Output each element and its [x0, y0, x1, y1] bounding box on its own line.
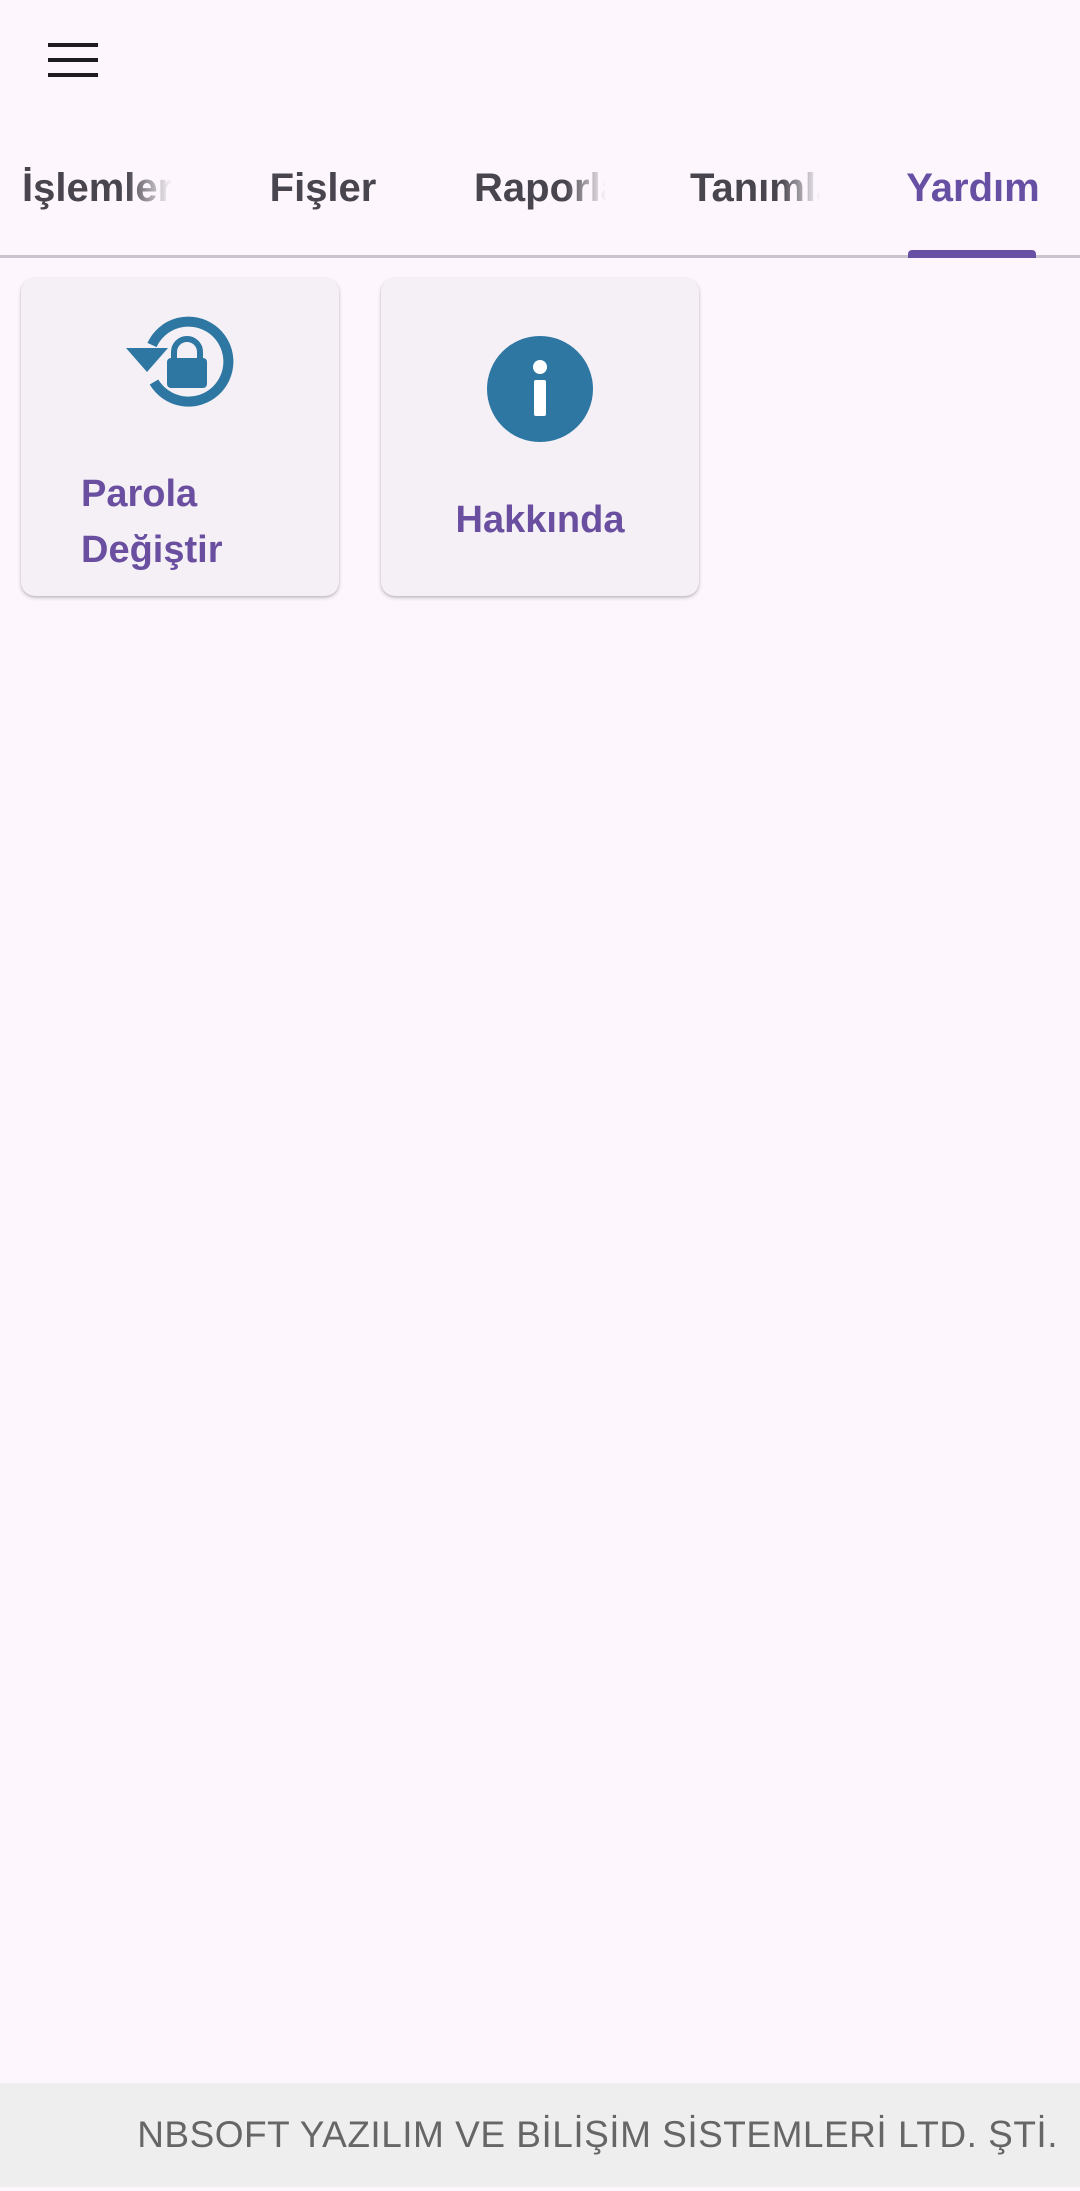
lock-reset-icon	[126, 316, 234, 407]
tab-label: Yardım	[906, 165, 1040, 210]
menu-button[interactable]	[30, 22, 116, 98]
change-password-card[interactable]: Parola Değiştir	[21, 278, 339, 596]
change-password-label-line2: Değiştir	[81, 529, 223, 571]
app-root: İşlemler Fişler Raporlar Tanımlar Yardım…	[0, 0, 1080, 2191]
tab-yardim[interactable]: Yardım	[900, 118, 1046, 258]
change-password-label-line1: Parola	[81, 473, 198, 515]
tab-label: Fişler	[269, 165, 377, 210]
tab-islemler[interactable]: İşlemler	[22, 118, 172, 258]
tab-bar: İşlemler Fişler Raporlar Tanımlar Yardım	[0, 118, 1080, 258]
tab-tanimlar[interactable]: Tanımlar	[690, 118, 820, 258]
about-card[interactable]: Hakkında	[381, 278, 699, 596]
tab-label: Raporlar	[474, 165, 606, 210]
change-password-label: Parola Değiştir	[81, 466, 222, 578]
tab-raporlar[interactable]: Raporlar	[474, 118, 606, 258]
tab-fisler[interactable]: Fişler	[252, 118, 394, 258]
info-icon	[487, 336, 593, 442]
hamburger-menu-icon	[48, 43, 98, 77]
footer-company-name: NBSOFT YAZILIM VE BİLİŞİM SİSTEMLERİ LTD…	[0, 2083, 1080, 2187]
active-tab-indicator	[908, 250, 1036, 258]
footer-text: NBSOFT YAZILIM VE BİLİŞİM SİSTEMLERİ LTD…	[137, 2114, 1058, 2155]
tab-label: İşlemler	[22, 165, 172, 210]
top-app-bar	[0, 0, 1080, 118]
tab-label: Tanımlar	[690, 165, 820, 210]
about-label: Hakkında	[455, 499, 625, 541]
